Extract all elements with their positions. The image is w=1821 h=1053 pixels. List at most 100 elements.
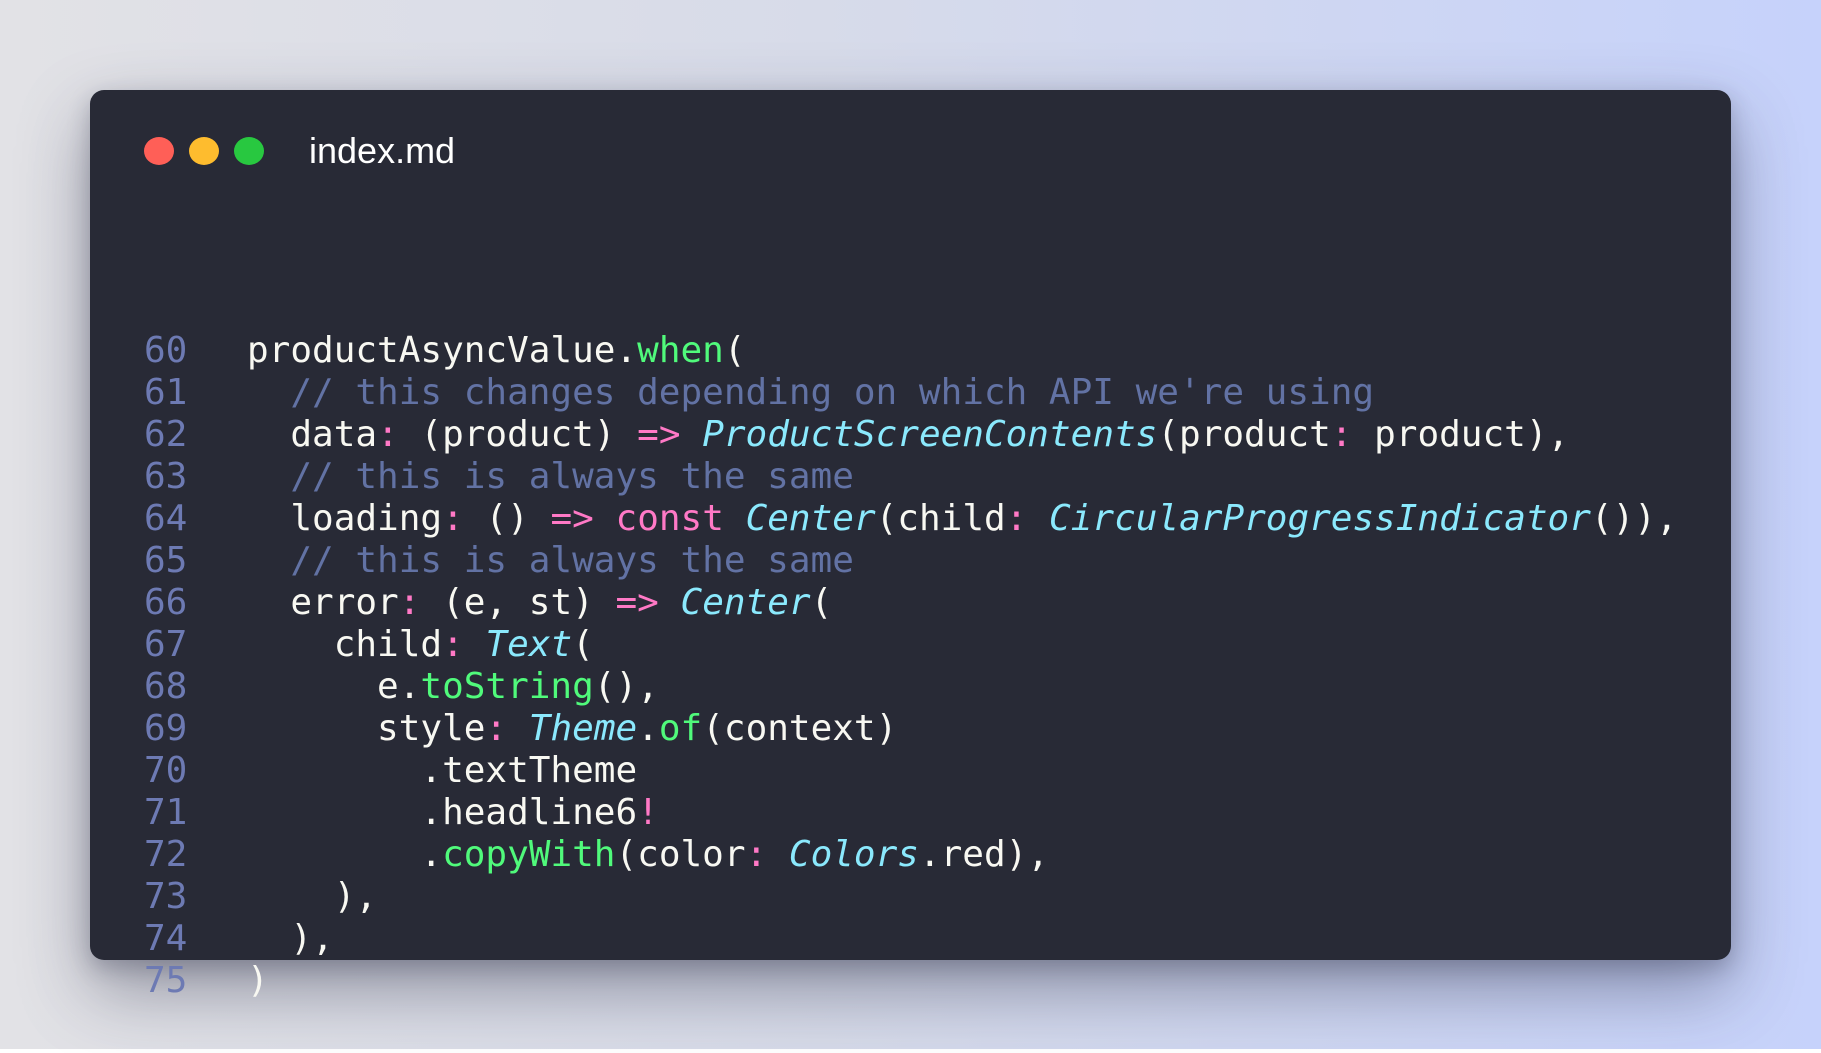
line-number: 61 — [144, 372, 188, 413]
code-text: error: (e, st) => Center( — [247, 582, 832, 624]
code-text: style: Theme.of(context) — [247, 708, 897, 750]
code-text: e.toString(), — [247, 666, 659, 708]
code-text: productAsyncValue.when( — [247, 330, 746, 372]
code-token: .red), — [918, 834, 1049, 875]
close-icon[interactable] — [144, 137, 174, 165]
code-token: data — [247, 414, 378, 455]
window-title: index.md — [309, 130, 456, 171]
maximize-icon[interactable] — [234, 137, 264, 165]
code-token: of — [658, 708, 703, 749]
code-text: data: (product) => ProductScreenContents… — [247, 414, 1569, 456]
code-token: Text — [485, 624, 573, 665]
code-token: ( — [572, 624, 594, 665]
code-text: ) — [247, 960, 269, 1002]
code-token: : — [442, 498, 464, 539]
code-token: : — [398, 582, 421, 623]
code-token: (child — [875, 498, 1006, 539]
code-token: : — [1005, 498, 1028, 539]
code-token: const — [615, 498, 724, 539]
line-number: 75 — [144, 960, 188, 1001]
code-token: ) — [247, 960, 269, 1001]
code-token: Colors — [788, 834, 919, 875]
code-token: (color — [615, 834, 746, 875]
line-number: 64 — [144, 498, 188, 539]
code-token: . — [247, 834, 443, 875]
minimize-icon[interactable] — [189, 137, 219, 165]
code-token: error — [247, 582, 399, 623]
code-token: // this is always the same — [247, 540, 854, 581]
code-token: : — [442, 624, 464, 665]
line-number: 65 — [144, 540, 188, 581]
code-token: child — [247, 624, 443, 665]
line-number: 69 — [144, 708, 188, 749]
code-token: : — [1330, 414, 1353, 455]
line-number: 71 — [144, 792, 188, 833]
code-token: => — [550, 498, 594, 539]
code-token: productAsyncValue. — [247, 330, 638, 371]
code-text: .textTheme — [247, 750, 637, 792]
code-token: ), — [247, 918, 334, 959]
code-token: (product) — [398, 414, 638, 455]
code-token: => — [637, 414, 681, 455]
code-token: .headline6 — [247, 792, 638, 833]
line-number: 72 — [144, 834, 188, 875]
code-token: .textTheme — [247, 750, 638, 791]
code-text: // this is always the same — [247, 540, 854, 582]
code-text: .copyWith(color: Colors.red), — [247, 834, 1049, 876]
code-token: ProductScreenContents — [702, 414, 1158, 455]
line-number: 66 — [144, 582, 188, 623]
code-token: ! — [637, 792, 659, 833]
code-token: : — [377, 414, 399, 455]
code-text: ), — [247, 918, 334, 960]
code-token: () — [463, 498, 551, 539]
code-token: CircularProgressIndicator — [1049, 498, 1591, 539]
line-number: 74 — [144, 918, 188, 959]
code-token: loading — [247, 498, 443, 539]
code-token: // this is always the same — [247, 456, 854, 497]
code-token: Center — [680, 582, 811, 623]
line-number: 70 — [144, 750, 188, 791]
code-text: // this changes depending on which API w… — [247, 372, 1374, 414]
code-text: // this is always the same — [247, 456, 854, 498]
code-token: (e, st) — [420, 582, 616, 623]
code-token: // this changes depending on which API w… — [247, 372, 1375, 413]
code-text: child: Text( — [247, 624, 594, 666]
code-token: when — [637, 330, 724, 371]
code-token: ), — [247, 876, 378, 917]
line-number: 67 — [144, 624, 188, 665]
code-token: => — [615, 582, 659, 623]
code-token: toString — [420, 666, 594, 707]
code-window: index.md 60 productAsyncValue.when(61 // … — [90, 90, 1731, 1001]
code-token: (product — [1157, 414, 1331, 455]
line-number: 68 — [144, 666, 188, 707]
code-token: e. — [247, 666, 421, 707]
code-text: loading: () => const Center(child: Circu… — [247, 498, 1678, 540]
code-token: (), — [593, 666, 659, 707]
title-bar: index.md — [90, 90, 1731, 210]
line-number: 63 — [144, 456, 188, 497]
code-token: style — [247, 708, 486, 749]
code-text: .headline6! — [247, 792, 659, 834]
line-number: 62 — [144, 414, 188, 455]
code-token: . — [637, 708, 659, 749]
code-token: : — [485, 708, 508, 749]
code-token: Center — [745, 498, 876, 539]
line-number: 73 — [144, 876, 188, 917]
code-text: ), — [247, 876, 377, 918]
code-token: ( — [810, 582, 833, 623]
line-number: 60 — [144, 330, 188, 371]
code-token: (context) — [702, 708, 898, 749]
code-token: product), — [1352, 414, 1570, 455]
code-token: : — [745, 834, 768, 875]
code-token: copyWith — [442, 834, 616, 875]
code-token: ()), — [1590, 498, 1678, 539]
code-token: Theme — [528, 708, 638, 749]
code-token: ( — [723, 330, 746, 371]
